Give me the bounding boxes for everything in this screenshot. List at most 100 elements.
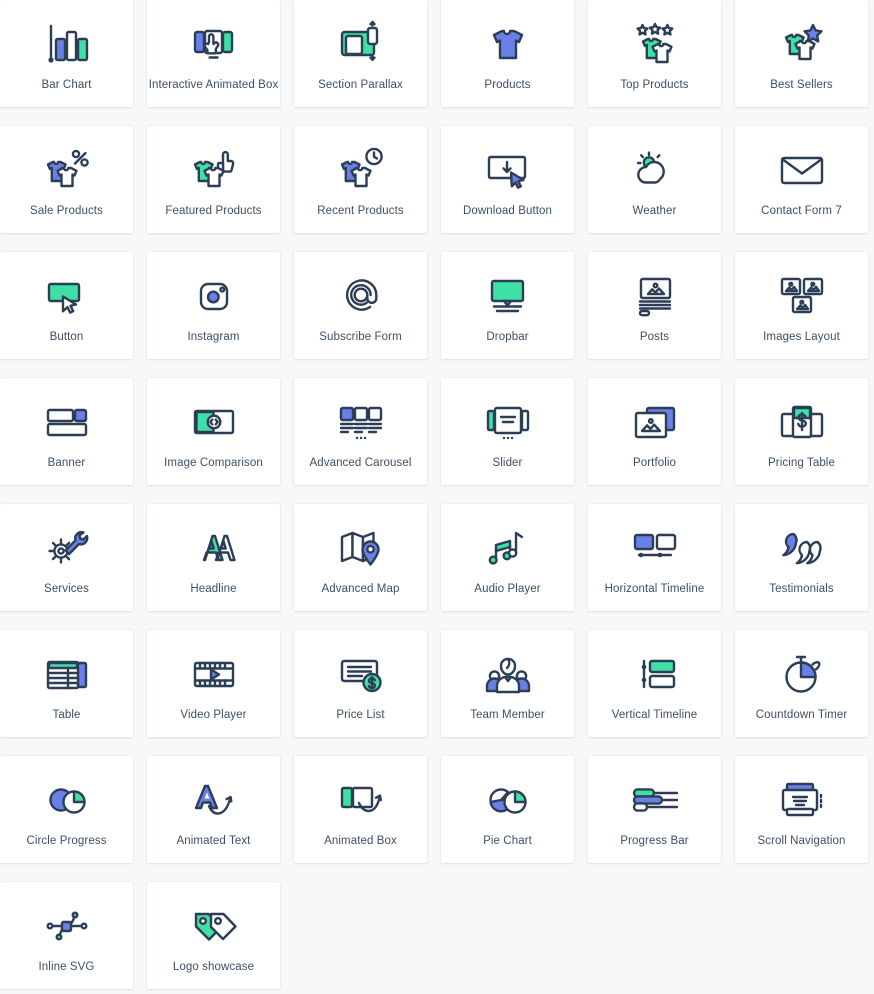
price-list-dollar-icon: [337, 646, 385, 702]
widget-card-label: Products: [484, 78, 531, 91]
widget-card-label: Countdown Timer: [755, 708, 848, 721]
widget-card[interactable]: Image Comparison: [147, 378, 280, 485]
circle-progress-icon: [43, 772, 91, 828]
widget-card-label: Interactive Animated Box: [148, 78, 279, 91]
widget-card[interactable]: Horizontal Timeline: [588, 504, 721, 611]
widget-card[interactable]: Weather: [588, 126, 721, 233]
widget-card[interactable]: Images Layout: [735, 252, 868, 359]
widget-card[interactable]: Price List: [294, 630, 427, 737]
widget-card[interactable]: Bar Chart: [0, 0, 133, 107]
widget-card[interactable]: Vertical Timeline: [588, 630, 721, 737]
widget-card[interactable]: Table: [0, 630, 133, 737]
widget-card[interactable]: Logo showcase: [147, 882, 280, 989]
widget-card[interactable]: Slider: [441, 378, 574, 485]
widget-card[interactable]: Headline: [147, 504, 280, 611]
widget-card-label: Weather: [632, 204, 677, 217]
widget-card-label: Images Layout: [763, 330, 840, 343]
widget-card-label: Vertical Timeline: [611, 708, 698, 721]
widget-card[interactable]: Sale Products: [0, 126, 133, 233]
widget-card[interactable]: Interactive Animated Box: [147, 0, 280, 107]
widget-card[interactable]: Section Parallax: [294, 0, 427, 107]
widget-card-label: Inline SVG: [38, 960, 95, 973]
widget-card[interactable]: Progress Bar: [588, 756, 721, 863]
testimonials-quotes-icon: [778, 520, 826, 576]
widget-card-label: Button: [49, 330, 84, 343]
widget-card-label: Sale Products: [30, 204, 103, 217]
widget-card[interactable]: Team Member: [441, 630, 574, 737]
widget-card[interactable]: Animated Text: [147, 756, 280, 863]
widget-card[interactable]: Banner: [0, 378, 133, 485]
at-sign-icon: [337, 268, 385, 324]
widget-card[interactable]: Dropbar: [441, 252, 574, 359]
advanced-map-pin-icon: [337, 520, 385, 576]
video-player-film-icon: [190, 646, 238, 702]
widget-card-label: Logo showcase: [172, 960, 255, 973]
widget-card[interactable]: Scroll Navigation: [735, 756, 868, 863]
animated-box-arrow-icon: [337, 772, 385, 828]
vertical-timeline-icon: [631, 646, 679, 702]
widget-card-label: Posts: [639, 330, 670, 343]
widget-card-label: Price List: [336, 708, 385, 721]
widget-card-label: Scroll Navigation: [757, 834, 846, 847]
widget-card-label: Top Products: [620, 78, 689, 91]
services-gear-wrench-icon: [43, 520, 91, 576]
pricing-table-icon: [778, 394, 826, 450]
team-member-icon: [484, 646, 532, 702]
widget-card-label: Bar Chart: [41, 78, 92, 91]
widget-card[interactable]: Circle Progress: [0, 756, 133, 863]
widget-card[interactable]: Button: [0, 252, 133, 359]
widget-card-label: Pricing Table: [768, 456, 835, 469]
dropbar-screen-icon: [484, 268, 532, 324]
widget-card[interactable]: Contact Form 7: [735, 126, 868, 233]
inline-svg-node-icon: [43, 898, 91, 954]
widget-card-label: Animated Text: [176, 834, 251, 847]
widget-card-label: Subscribe Form: [319, 330, 402, 343]
pie-chart-icon: [484, 772, 532, 828]
widget-card[interactable]: Services: [0, 504, 133, 611]
widget-card[interactable]: Portfolio: [588, 378, 721, 485]
widget-card-label: Best Sellers: [770, 78, 833, 91]
widget-card[interactable]: Featured Products: [147, 126, 280, 233]
interactive-animated-box-icon: [190, 16, 238, 72]
banner-icon: [43, 394, 91, 450]
widget-card[interactable]: Subscribe Form: [294, 252, 427, 359]
instagram-camera-icon: [190, 268, 238, 324]
widget-card[interactable]: Advanced Map: [294, 504, 427, 611]
widget-card-label: Section Parallax: [318, 78, 403, 91]
widget-card[interactable]: Posts: [588, 252, 721, 359]
widget-card-label: Instagram: [187, 330, 240, 343]
widget-card-label: Banner: [47, 456, 86, 469]
portfolio-icon: [631, 394, 679, 450]
widget-card[interactable]: Recent Products: [294, 126, 427, 233]
widget-card-label: Video Player: [180, 708, 247, 721]
widget-card[interactable]: Inline SVG: [0, 882, 133, 989]
widget-card[interactable]: Pricing Table: [735, 378, 868, 485]
widget-card-label: Dropbar: [486, 330, 529, 343]
scroll-navigation-icon: [778, 772, 826, 828]
widget-card-label: Circle Progress: [26, 834, 107, 847]
sale-products-percent-icon: [43, 142, 91, 198]
slider-icon: [484, 394, 532, 450]
widget-card[interactable]: Countdown Timer: [735, 630, 868, 737]
widget-card[interactable]: Top Products: [588, 0, 721, 107]
widget-card[interactable]: Best Sellers: [735, 0, 868, 107]
widget-card[interactable]: Products: [441, 0, 574, 107]
image-comparison-icon: [190, 394, 238, 450]
widget-card[interactable]: Animated Box: [294, 756, 427, 863]
widget-card[interactable]: Pie Chart: [441, 756, 574, 863]
featured-products-thumbsup-icon: [190, 142, 238, 198]
widget-card[interactable]: Advanced Carousel: [294, 378, 427, 485]
posts-icon: [631, 268, 679, 324]
images-layout-icon: [778, 268, 826, 324]
widget-card[interactable]: Video Player: [147, 630, 280, 737]
widget-card[interactable]: Download Button: [441, 126, 574, 233]
widget-card-label: Audio Player: [474, 582, 541, 595]
widget-card[interactable]: Testimonials: [735, 504, 868, 611]
widget-card-label: Contact Form 7: [761, 204, 842, 217]
widget-card-label: Animated Box: [324, 834, 397, 847]
widget-card-label: Image Comparison: [164, 456, 263, 469]
widget-card[interactable]: Audio Player: [441, 504, 574, 611]
widget-card[interactable]: Instagram: [147, 252, 280, 359]
progress-bar-icon: [631, 772, 679, 828]
weather-sun-cloud-icon: [631, 142, 679, 198]
